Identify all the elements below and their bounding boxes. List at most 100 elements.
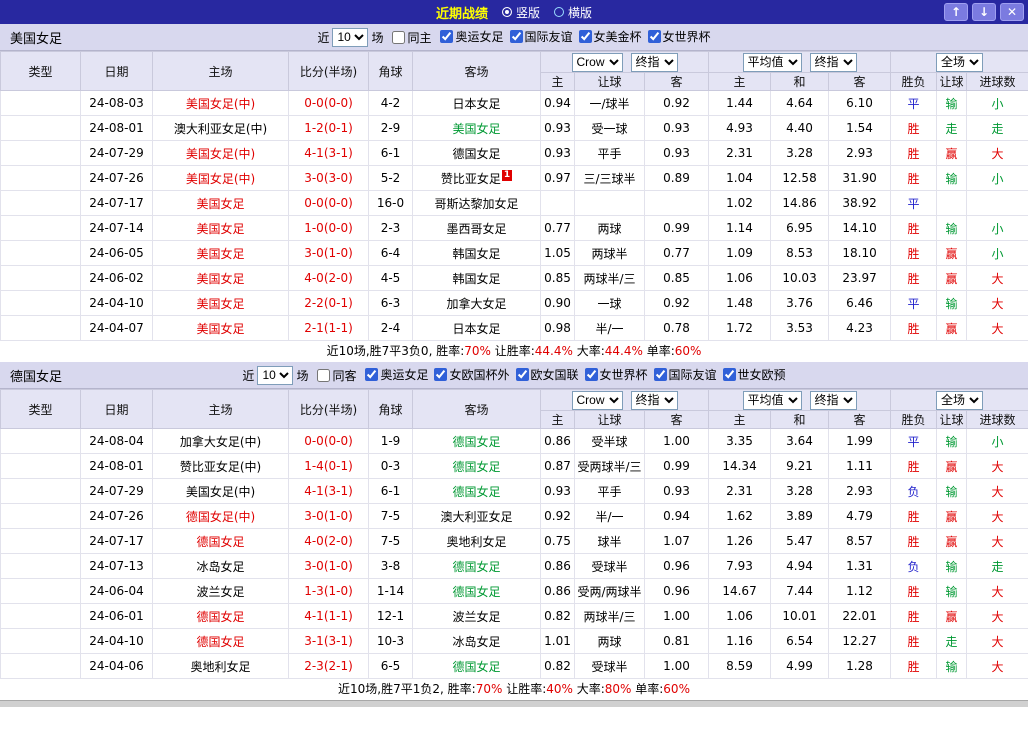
same-venue-checkbox[interactable] [317,368,331,382]
league-checkbox[interactable] [365,368,379,381]
cell-away[interactable]: 奥地利女足 [412,528,541,554]
team-name: 美国女足 [10,31,63,47]
cell-away[interactable]: 哥斯达黎加女足 [412,190,541,216]
cell-home[interactable]: 美国女足(中) [152,90,289,116]
league-checkbox[interactable] [578,30,592,43]
cell-home[interactable]: 美国女足 [152,315,289,341]
league-filter[interactable]: 国际友谊 [509,28,573,45]
cell-away[interactable]: 美国女足 [412,115,541,141]
same-venue-filter[interactable]: 同客 [317,367,356,384]
league-checkbox[interactable] [434,368,448,381]
league-checkbox[interactable] [647,30,661,43]
same-venue-filter[interactable]: 同主 [392,29,431,46]
cell-home[interactable]: 奥地利女足 [152,653,289,679]
cell-away[interactable]: 德国女足 [412,453,541,479]
cell-away[interactable]: 墨西哥女足 [412,215,541,241]
cell-away[interactable]: 德国女足 [412,578,541,604]
same-venue-checkbox[interactable] [392,30,406,44]
match-count-select[interactable]: 10 [257,365,294,385]
cell-home[interactable]: 澳大利亚女足(中) [152,115,289,141]
cell-home[interactable]: 美国女足(中) [152,478,289,504]
cell-corner: 1-9 [368,428,413,454]
full-match-select[interactable]: 全场 [936,390,984,410]
league-filter[interactable]: 国际友谊 [653,366,717,383]
cell-home[interactable]: 德国女足(中) [152,503,289,529]
cell-a2: 4.40 [770,115,830,141]
col-header-odds-away: 客 [643,410,710,429]
cell-home[interactable]: 美国女足 [152,215,289,241]
league-filter[interactable]: 奥运女足 [440,28,504,45]
match-count-select[interactable]: 10 [332,27,369,47]
cell-away[interactable]: 波兰女足 [412,603,541,629]
league-checkbox[interactable] [440,30,454,43]
cell-home[interactable]: 德国女足 [152,603,289,629]
summary-segment: 60% [663,682,690,696]
scroll-up-button[interactable]: ↑ [944,3,968,21]
cell-away[interactable]: 澳大利亚女足 [412,503,541,529]
cell-home[interactable]: 波兰女足 [152,578,289,604]
league-filter[interactable]: 世女欧预 [722,366,786,383]
league-filter[interactable]: 女世界杯 [647,28,711,45]
cell-home[interactable]: 德国女足 [152,628,289,654]
cell-o3: 0.78 [643,315,710,341]
cell-home[interactable]: 赞比亚女足(中) [152,453,289,479]
cell-home[interactable]: 美国女足 [152,265,289,291]
cell-home[interactable]: 加拿大女足(中) [152,428,289,454]
cell-away[interactable]: 韩国女足 [412,265,541,291]
league-checkbox[interactable] [653,368,667,381]
odds-time-select[interactable]: 终指 [630,390,678,410]
cell-away[interactable]: 德国女足 [412,653,541,679]
cell-home[interactable]: 美国女足(中) [152,140,289,166]
odds-time-select[interactable]: 终指 [630,52,678,72]
col-header-type: 类型 [0,51,81,91]
league-filter[interactable]: 奥运女足 [365,366,428,383]
cell-home[interactable]: 美国女足 [152,190,289,216]
cell-date: 24-06-05 [80,240,153,266]
avg-value-select[interactable]: 平均值 [742,52,802,72]
league-checkbox[interactable] [722,368,736,381]
full-match-select[interactable]: 全场 [936,52,984,72]
league-checkbox[interactable] [509,30,523,43]
full-match-select-header: 全场 [890,51,1028,73]
odds-company-select[interactable]: Crow [571,390,623,410]
cell-away[interactable]: 德国女足 [412,428,541,454]
league-filter[interactable]: 女欧国杯外 [434,366,510,383]
league-checkbox[interactable] [515,368,529,381]
cell-away[interactable]: 德国女足 [412,478,541,504]
layout-radio-horizontal[interactable]: 横版 [554,4,592,21]
avg-time-select[interactable]: 终指 [809,52,857,72]
avg-time-select[interactable]: 终指 [809,390,857,410]
league-checkbox[interactable] [584,368,598,381]
layout-radio-vertical[interactable]: 竖版 [501,4,540,21]
league-filter[interactable]: 女世界杯 [584,366,648,383]
cell-o3: 0.99 [643,453,710,479]
cell-home[interactable]: 冰岛女足 [152,553,289,579]
cell-away[interactable]: 加拿大女足 [412,290,541,316]
league-filter[interactable]: 欧女国联 [515,366,579,383]
cell-a3: 1.11 [828,453,892,479]
cell-a3: 6.10 [828,90,892,116]
match-row: 奥运女足 24-08-04 加拿大女足(中) 0-0(0-0) 1-9 德国女足 0.86 受… [0,428,1028,454]
matches-table: 类型 日期 主场 比分(半场) 角球 客场 Crow 终指 平均值 终指 全场 … [0,51,1028,341]
cell-type: 女欧国杯外 [0,628,81,654]
close-button[interactable]: ✕ [1000,3,1024,21]
near-label: 近 [317,30,330,45]
cell-o2: 一球 [574,290,645,316]
scroll-down-button[interactable]: ↓ [972,3,996,21]
league-filters: 奥运女足 女欧国杯外 欧女国联 女世界杯 国际友谊 世女欧预 [359,366,786,384]
odds-company-select[interactable]: Crow [571,52,623,72]
avg-value-select[interactable]: 平均值 [742,390,802,410]
cell-away[interactable]: 冰岛女足 [412,628,541,654]
cell-away[interactable]: 德国女足 [412,553,541,579]
cell-home[interactable]: 美国女足 [152,290,289,316]
cell-away[interactable]: 韩国女足 [412,240,541,266]
cell-away[interactable]: 德国女足 [412,140,541,166]
league-filter[interactable]: 女美金杯 [578,28,642,45]
cell-home[interactable]: 德国女足 [152,528,289,554]
cell-o1: 0.94 [540,90,575,116]
cell-away[interactable]: 日本女足 [412,90,541,116]
cell-home[interactable]: 美国女足 [152,240,289,266]
cell-away[interactable]: 赞比亚女足 1 [412,165,541,191]
cell-away[interactable]: 日本女足 [412,315,541,341]
cell-home[interactable]: 美国女足(中) [152,165,289,191]
